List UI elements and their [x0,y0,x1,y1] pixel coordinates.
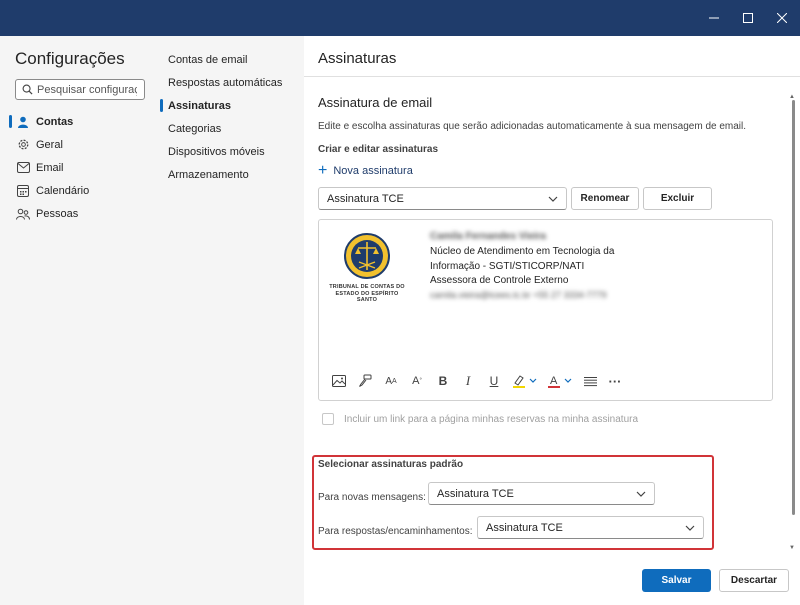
create-edit-heading: Criar e editar assinaturas [318,144,439,155]
maximize-icon[interactable] [730,0,766,36]
signature-name-redacted: Camila Fernandes Vieira [430,231,546,242]
submenu-item-dispositivos-moveis[interactable]: Dispositivos móveis [160,141,300,162]
sidebar-item-label: Contas [36,115,74,128]
plus-icon: + [318,162,328,179]
person-icon [16,115,30,129]
signature-line3: Assessora de Controle Externo [430,275,569,286]
search-icon [22,84,33,95]
section-description: Edite e escolha assinaturas que serão ad… [318,121,747,132]
search-box[interactable] [15,79,145,100]
replies-label: Para respostas/encaminhamentos: [318,526,473,537]
submenu-item-assinaturas[interactable]: Assinaturas [160,95,300,116]
svg-text:A: A [550,375,558,387]
header-divider [304,76,800,77]
new-signature-button[interactable]: + Nova assinatura [318,162,413,179]
save-button[interactable]: Salvar [642,569,711,592]
rename-button[interactable]: Renomear [571,187,639,210]
sidebar-item-calendario[interactable]: Calendário [8,180,150,201]
section-title: Assinatura de email [318,95,433,110]
italic-icon[interactable]: I [459,372,477,390]
replies-select-value: Assinatura TCE [486,521,563,534]
sidebar-item-label: Calendário [36,184,90,197]
close-icon[interactable] [764,0,800,36]
reservations-checkbox[interactable] [322,413,334,425]
delete-button[interactable]: Excluir [643,187,712,210]
font-color-icon[interactable]: A [546,372,576,390]
new-messages-select[interactable]: Assinatura TCE [428,482,655,505]
submenu-item-contas-de-email[interactable]: Contas de email [160,49,300,70]
chevron-down-icon [636,491,646,497]
highlight-icon[interactable] [511,372,541,390]
signature-select[interactable]: Assinatura TCE [318,187,567,210]
default-signatures-title: Selecionar assinaturas padrão [318,459,464,470]
signature-line1: Núcleo de Atendimento em Tecnologia da [430,246,615,257]
format-painter-icon[interactable] [356,372,374,390]
replies-select[interactable]: Assinatura TCE [477,516,704,539]
sidebar-item-label: Geral [36,138,63,151]
list-icon[interactable] [581,372,599,390]
scroll-down-icon[interactable]: ▼ [789,545,795,551]
underline-icon[interactable]: U [485,372,503,390]
gear-icon [16,138,30,152]
submenu-item-armazenamento[interactable]: Armazenamento [160,164,300,185]
signature-select-value: Assinatura TCE [327,192,404,205]
sidebar-item-email[interactable]: Email [8,157,150,178]
superscript-icon[interactable]: A ° [408,372,426,390]
more-icon[interactable]: ··· [606,372,624,390]
sidebar-item-contas[interactable]: Contas [8,111,150,132]
reservations-checkbox-label: Incluir um link para a página minhas res… [344,413,639,425]
scrollbar-thumb[interactable] [792,100,795,515]
title-bar [0,0,800,36]
discard-button[interactable]: Descartar [719,569,789,592]
new-messages-label: Para novas mensagens: [318,492,426,503]
signature-line2: Informação - SGTI/STICORP/NATI [430,261,585,272]
app-title: Configurações [15,49,125,68]
new-messages-select-value: Assinatura TCE [437,487,514,500]
submenu-item-categorias[interactable]: Categorias [160,118,300,139]
minimize-icon[interactable] [696,0,732,36]
people-icon [16,207,30,221]
calendar-icon [16,184,30,198]
bold-icon[interactable]: B [434,372,452,390]
sidebar-item-pessoas[interactable]: Pessoas [8,203,150,224]
image-icon[interactable] [330,372,348,390]
mail-icon [16,161,30,175]
signature-contact-redacted: camila.vieira@tcees.tc.br +55 27 3334-77… [430,290,607,300]
new-signature-label: Nova assinatura [333,165,413,177]
sidebar-item-label: Email [36,161,64,174]
logo-text-line1: TRIBUNAL DE CONTAS DO [329,284,405,290]
page-title: Assinaturas [318,50,397,67]
chevron-down-icon [685,525,695,531]
sidebar-item-geral[interactable]: Geral [8,134,150,155]
search-input[interactable] [37,83,137,96]
sidebar-item-label: Pessoas [36,207,79,220]
reservations-checkbox-row[interactable]: Incluir um link para a página minhas res… [322,413,638,425]
chevron-down-icon [548,196,558,202]
submenu-item-respostas-automaticas[interactable]: Respostas automáticas [160,72,300,93]
scroll-up-icon[interactable]: ▲ [789,94,795,100]
logo-text-line2: ESTADO DO ESPÍRITO SANTO [335,291,399,303]
font-size-icon[interactable]: AA [382,372,400,390]
